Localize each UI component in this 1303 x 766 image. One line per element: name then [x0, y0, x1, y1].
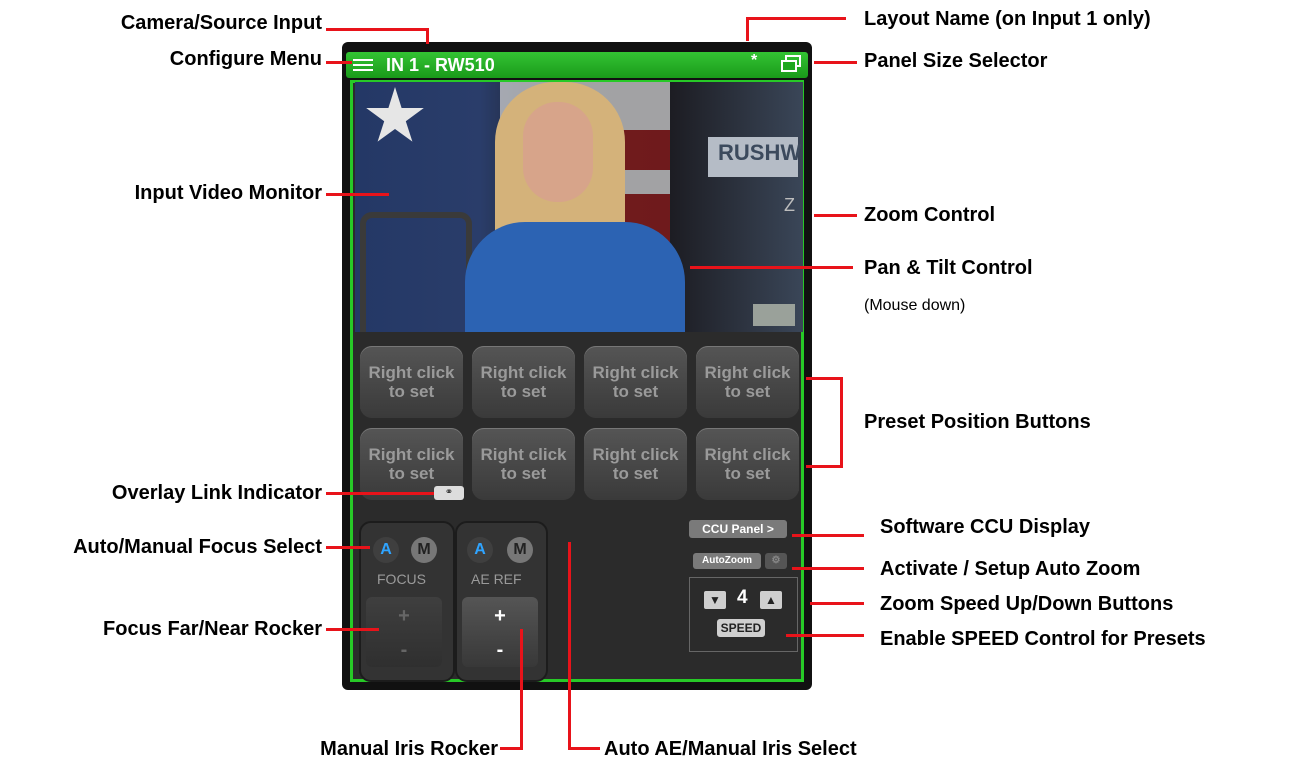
background-picture [753, 304, 795, 326]
preset-label-line1: Right click [704, 445, 791, 464]
callout-line [326, 492, 434, 495]
callout-zoom-speed: Zoom Speed Up/Down Buttons [880, 593, 1174, 615]
callout-bracket [806, 465, 843, 468]
callout-layout-name: Layout Name (on Input 1 only) [864, 8, 1151, 30]
overlay-link-icon: ⚭ [434, 486, 464, 500]
focus-near-button[interactable]: - [366, 633, 442, 667]
panel-size-icon[interactable] [780, 55, 802, 73]
callout-line [746, 17, 846, 20]
callout-line [746, 17, 749, 41]
ccu-panel-button[interactable]: CCU Panel > [689, 520, 787, 538]
iris-manual-button[interactable]: M [507, 537, 533, 563]
preset-label-line1: Right click [592, 445, 679, 464]
callout-input-video-monitor: Input Video Monitor [134, 182, 322, 204]
ae-auto-button[interactable]: A [467, 537, 493, 563]
focus-auto-button[interactable]: A [373, 537, 399, 563]
callout-manual-iris-rocker: Manual Iris Rocker [320, 738, 498, 760]
preset-label-line1: Right click [368, 445, 455, 464]
preset-label-line2: to set [612, 464, 659, 483]
callout-line [326, 193, 389, 196]
preset-label-line1: Right click [480, 445, 567, 464]
speed-enable-button[interactable]: SPEED [717, 619, 765, 637]
preset-button-2[interactable]: Right click to set [472, 346, 575, 418]
iris-open-button[interactable]: + [462, 599, 538, 633]
zoom-speed-value: 4 [737, 587, 748, 608]
preset-label-line2: to set [388, 382, 435, 401]
callout-auto-manual-focus: Auto/Manual Focus Select [73, 536, 322, 558]
callout-line [326, 28, 428, 31]
focus-far-near-rocker[interactable]: + - [366, 597, 442, 667]
preset-label-line1: Right click [704, 363, 791, 382]
focus-label: FOCUS [377, 571, 426, 587]
preset-label-line2: to set [612, 382, 659, 401]
callout-line [792, 567, 864, 570]
callout-line [786, 634, 864, 637]
callout-bracket [806, 377, 842, 380]
callout-software-ccu: Software CCU Display [880, 516, 1091, 538]
callout-pan-tilt-control: Pan & Tilt Control [864, 257, 1033, 279]
preset-label-line2: to set [724, 382, 771, 401]
callout-auto-zoom: Activate / Setup Auto Zoom [880, 558, 1141, 580]
preset-button-3[interactable]: Right click to set [584, 346, 687, 418]
pan-tilt-note: (Mouse down) [864, 297, 966, 314]
video-sign-text: RUSHW [718, 140, 802, 165]
callout-line [326, 546, 370, 549]
callout-line [568, 747, 600, 750]
callout-zoom-control: Zoom Control [864, 204, 996, 226]
callout-line [500, 747, 523, 750]
callout-line [520, 629, 523, 749]
callout-enable-speed: Enable SPEED Control for Presets [880, 628, 1206, 650]
preset-button-8[interactable]: Right click to set [696, 428, 799, 500]
preset-label-line2: to set [724, 464, 771, 483]
callout-line [568, 542, 571, 750]
callout-bracket [840, 377, 843, 467]
callout-camera-source-input: Camera/Source Input [120, 12, 322, 34]
iris-close-button[interactable]: - [462, 633, 538, 667]
face-shape [523, 102, 593, 202]
preset-label-line2: to set [388, 464, 435, 483]
input-video-monitor[interactable] [355, 82, 803, 332]
ae-ref-label: AE REF [471, 571, 522, 587]
callout-configure-menu: Configure Menu [169, 48, 322, 70]
callout-line [426, 28, 429, 44]
preset-label-line1: Right click [480, 363, 567, 382]
callout-overlay-link-indicator: Overlay Link Indicator [111, 482, 322, 504]
callout-preset-buttons: Preset Position Buttons [864, 411, 1091, 433]
chair-shape [360, 212, 472, 332]
preset-button-1[interactable]: Right click to set [360, 346, 463, 418]
zoom-control[interactable]: Z [784, 195, 795, 216]
callout-line [814, 214, 857, 217]
layout-name-indicator: * [751, 52, 758, 69]
preset-label-line1: Right click [592, 363, 679, 382]
preset-label-line2: to set [500, 464, 547, 483]
autozoom-button[interactable]: AutoZoom [693, 553, 761, 569]
source-input-title[interactable]: IN 1 - RW510 [386, 53, 495, 77]
callout-line [792, 534, 864, 537]
preset-label-line1: Right click [368, 363, 455, 382]
preset-button-7[interactable]: Right click to set [584, 428, 687, 500]
callout-line [810, 602, 864, 605]
autozoom-setup-icon[interactable]: ⚙ [765, 553, 787, 569]
callout-line [690, 266, 853, 269]
focus-manual-button[interactable]: M [411, 537, 437, 563]
callout-line [814, 61, 857, 64]
preset-label-line2: to set [500, 382, 547, 401]
callout-auto-ae-manual-iris: Auto AE/Manual Iris Select [604, 738, 857, 760]
menu-icon[interactable] [353, 56, 373, 74]
speed-down-icon[interactable]: ▼ [704, 591, 726, 609]
callout-panel-size-selector: Panel Size Selector [864, 50, 1048, 72]
manual-iris-rocker[interactable]: + - [462, 597, 538, 667]
star-shape [366, 87, 424, 142]
preset-button-6[interactable]: Right click to set [472, 428, 575, 500]
callout-line [326, 628, 379, 631]
preset-button-4[interactable]: Right click to set [696, 346, 799, 418]
shirt-shape [465, 222, 685, 332]
callout-focus-rocker: Focus Far/Near Rocker [103, 618, 322, 640]
speed-up-icon[interactable]: ▲ [760, 591, 782, 609]
callout-line [326, 61, 352, 64]
